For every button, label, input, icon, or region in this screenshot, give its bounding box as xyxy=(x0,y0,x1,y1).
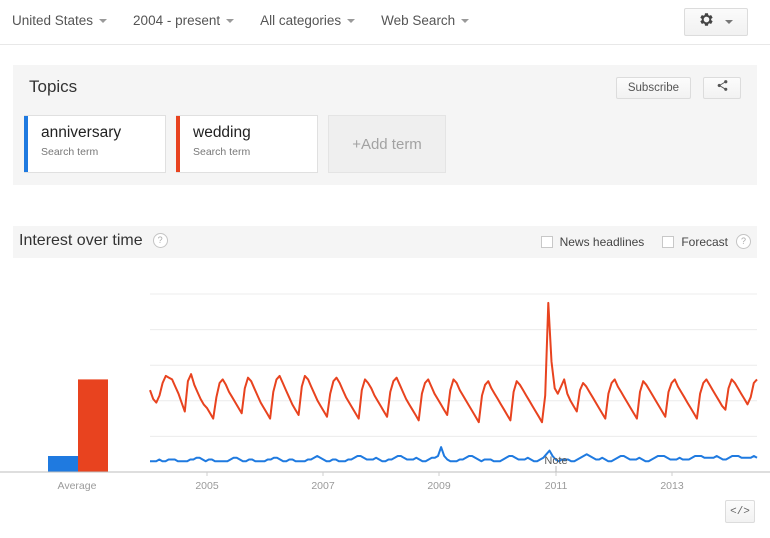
share-button[interactable] xyxy=(703,77,741,99)
filter-region[interactable]: United States xyxy=(12,13,108,28)
code-icon: </> xyxy=(730,505,750,518)
option-forecast[interactable]: Forecast ? xyxy=(662,234,751,249)
option-news-headlines[interactable]: News headlines xyxy=(540,234,645,249)
chevron-down-icon xyxy=(99,18,108,23)
filter-time-label: 2004 - present xyxy=(133,13,221,28)
chevron-down-icon xyxy=(226,18,235,23)
topics-title: Topics xyxy=(29,77,78,96)
filter-group: United States 2004 - present All categor… xyxy=(12,13,495,28)
x-axis-labels: 2005 2007 2009 2011 2013 Average xyxy=(58,480,684,492)
chart-options: News headlines Forecast ? xyxy=(523,234,751,249)
svg-text:2005: 2005 xyxy=(195,480,219,492)
term-card-list: anniversary Search term wedding Search t… xyxy=(24,115,446,173)
forecast-label: Forecast xyxy=(681,234,728,249)
interest-over-time-header: Interest over time? News headlines Forec… xyxy=(13,226,757,258)
news-headlines-checkbox[interactable] xyxy=(540,235,553,248)
filter-search-type-label: Web Search xyxy=(381,13,456,28)
filter-search-type[interactable]: Web Search xyxy=(381,13,470,28)
filter-time[interactable]: 2004 - present xyxy=(133,13,235,28)
subscribe-label: Subscribe xyxy=(627,82,679,94)
section-title: Interest over time? xyxy=(19,232,168,250)
svg-text:Average: Average xyxy=(58,480,97,492)
term-card-anniversary[interactable]: anniversary Search term xyxy=(24,115,166,173)
filter-category[interactable]: All categories xyxy=(260,13,356,28)
term-name: wedding xyxy=(193,124,251,141)
add-term-label: +Add term xyxy=(352,135,422,153)
top-filter-bar: United States 2004 - present All categor… xyxy=(0,0,770,45)
filter-category-label: All categories xyxy=(260,13,342,28)
gear-icon xyxy=(699,12,714,32)
term-name: anniversary xyxy=(41,124,122,141)
help-icon[interactable]: ? xyxy=(736,234,751,249)
news-headlines-label: News headlines xyxy=(559,234,645,249)
svg-text:2013: 2013 xyxy=(660,480,684,492)
forecast-checkbox[interactable] xyxy=(662,235,675,248)
term-subtitle: Search term xyxy=(193,146,251,158)
term-color-bar xyxy=(24,116,28,172)
help-icon[interactable]: ? xyxy=(152,233,168,248)
section-title-text: Interest over time xyxy=(19,232,143,249)
subscribe-button[interactable]: Subscribe xyxy=(615,77,691,99)
svg-text:2007: 2007 xyxy=(311,480,335,492)
x-axis-ticks xyxy=(206,472,673,476)
interest-over-time-chart: 2005 2007 2009 2011 2013 Average Note xyxy=(0,262,770,502)
topics-panel: Topics Subscribe anniversary Search term… xyxy=(13,65,757,185)
embed-code-button[interactable]: </> xyxy=(725,500,755,523)
chevron-down-icon xyxy=(725,20,733,24)
filter-region-label: United States xyxy=(12,13,94,28)
add-term-button[interactable]: +Add term xyxy=(328,115,446,173)
chart-series-lines xyxy=(149,301,758,463)
chevron-down-icon xyxy=(347,18,356,23)
note-annotation: Note xyxy=(544,455,568,472)
svg-text:Note: Note xyxy=(544,455,567,467)
svg-text:2009: 2009 xyxy=(427,480,451,492)
share-icon xyxy=(716,79,729,97)
chevron-down-icon xyxy=(461,18,470,23)
term-card-wedding[interactable]: wedding Search term xyxy=(176,115,318,173)
average-bars xyxy=(48,379,108,472)
term-subtitle: Search term xyxy=(41,146,99,158)
settings-button[interactable] xyxy=(684,8,748,36)
term-color-bar xyxy=(176,116,180,172)
svg-text:2011: 2011 xyxy=(545,480,568,492)
chart-svg: 2005 2007 2009 2011 2013 Average Note xyxy=(0,293,770,492)
